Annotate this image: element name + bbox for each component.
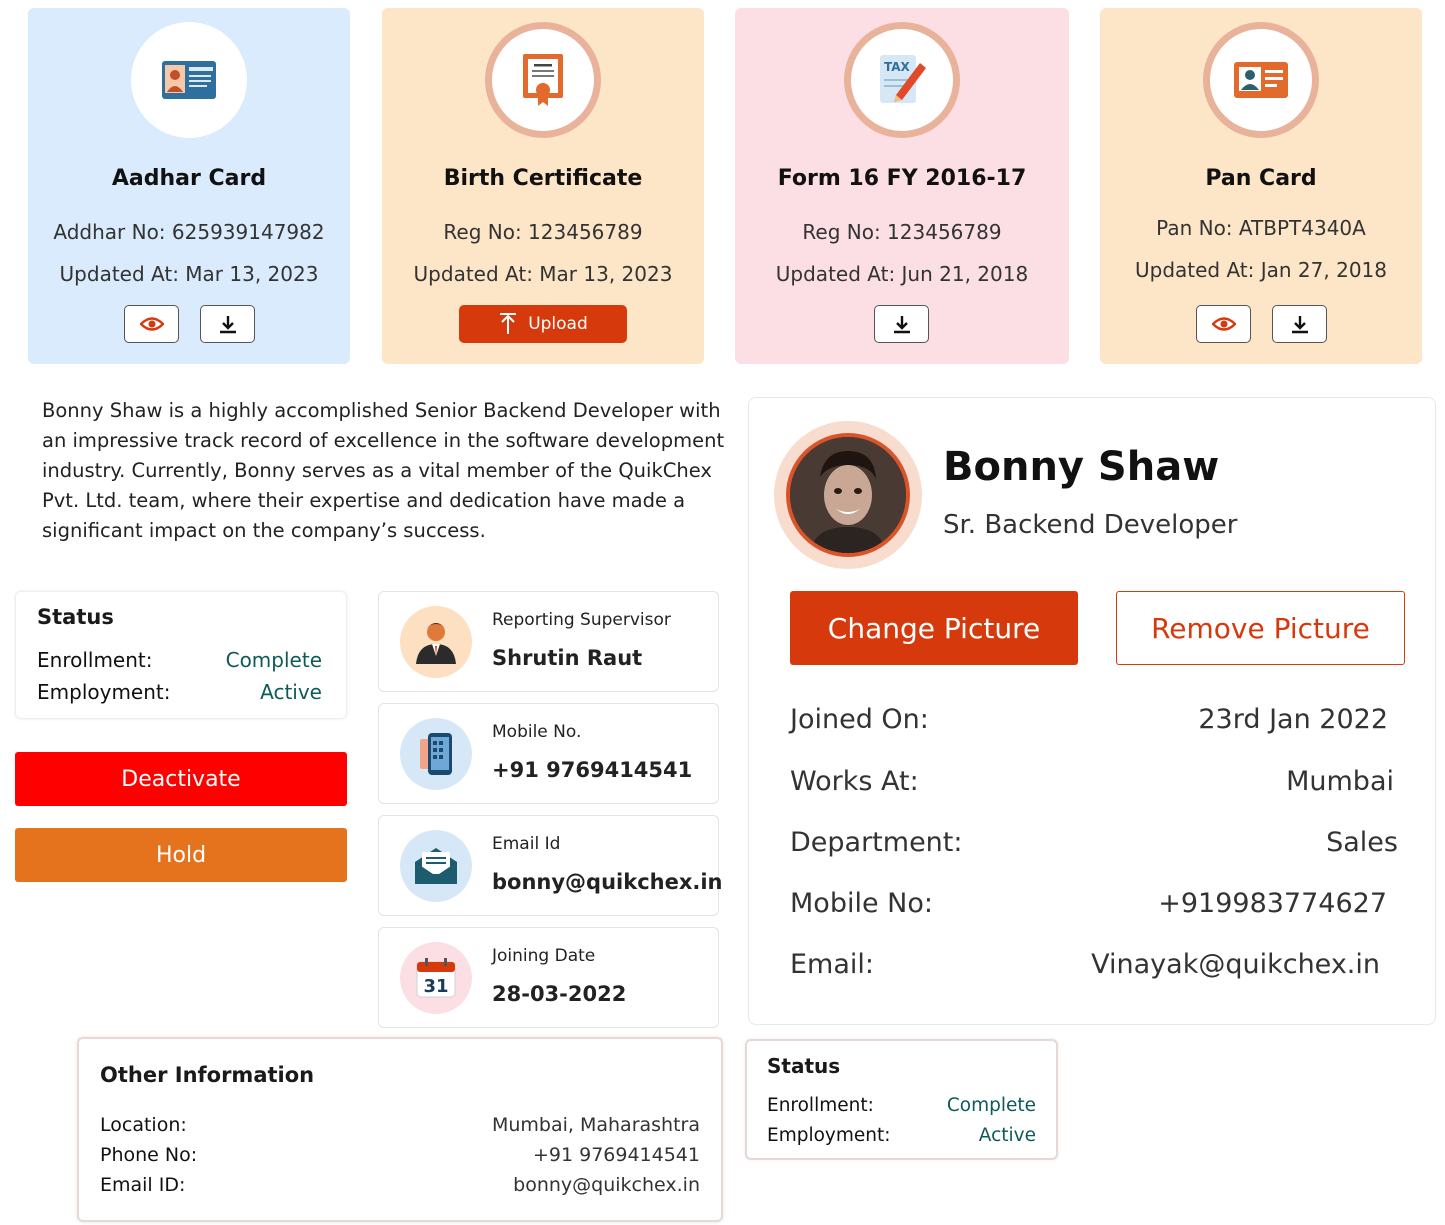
view-button[interactable]: [1196, 305, 1251, 343]
mobile-label: Mobile No:: [790, 888, 933, 919]
view-button[interactable]: [124, 305, 179, 343]
upload-label: Upload: [528, 314, 588, 334]
mail-icon: [400, 830, 472, 902]
email-label: Email:: [790, 949, 875, 980]
certificate-icon: [485, 22, 601, 138]
phone-icon: [400, 718, 472, 790]
mobile-tile: Mobile No. +91 9769414541: [378, 703, 719, 804]
doc-title: Birth Certificate: [443, 166, 643, 191]
eye-icon: [139, 317, 164, 331]
deactivate-button[interactable]: Deactivate: [15, 752, 347, 806]
location-label: Location:: [100, 1114, 187, 1136]
employment-value: Active: [978, 1125, 1036, 1146]
avatar: [786, 433, 910, 557]
pan-card-icon: [1203, 22, 1319, 138]
status-card: Status Enrollment: Complete Employment: …: [15, 591, 347, 719]
status-card-compact: Status Enrollment: Complete Employment: …: [745, 1039, 1058, 1160]
department-label: Department:: [790, 827, 963, 858]
tile-label: Joining Date: [492, 946, 596, 966]
doc-card-birth-certificate: Birth Certificate Reg No: 123456789 Upda…: [382, 8, 704, 364]
download-button[interactable]: [874, 305, 929, 343]
phone-label: Phone No:: [100, 1144, 198, 1166]
email-tile: Email Id bonny@quikchex.in: [378, 815, 723, 916]
tile-label: Reporting Supervisor: [492, 610, 671, 630]
phone-value: +91 9769414541: [532, 1144, 700, 1166]
doc-title: Aadhar Card: [111, 166, 267, 191]
doc-updated: Updated At: Mar 13, 2023: [413, 262, 673, 286]
other-information-card: Other Information Location: Mumbai, Maha…: [77, 1037, 723, 1222]
supervisor-avatar-icon: [400, 606, 472, 678]
change-picture-button[interactable]: Change Picture: [790, 591, 1078, 665]
email-id-value: bonny@quikchex.in: [513, 1174, 700, 1196]
doc-title: Form 16 FY 2016-17: [777, 166, 1027, 191]
joined-on-value: 23rd Jan 2022: [1198, 704, 1388, 735]
tile-value: 28-03-2022: [492, 982, 627, 1006]
status-title: Status: [767, 1054, 841, 1078]
mobile-value: +919983774627: [1158, 888, 1387, 919]
tile-label: Email Id: [492, 834, 561, 854]
joining-date-tile: 31 Joining Date 28-03-2022: [378, 927, 719, 1028]
profile-role: Sr. Backend Developer: [943, 510, 1238, 540]
enrollment-label: Enrollment:: [37, 648, 153, 672]
download-icon: [1291, 316, 1308, 334]
enrollment-value: Complete: [225, 648, 322, 672]
doc-card-aadhar: Aadhar Card Addhar No: 625939147982 Upda…: [28, 8, 350, 364]
download-icon: [219, 316, 236, 334]
doc-number: Pan No: ATBPT4340A: [1156, 216, 1366, 240]
tax-icon-text: TAX: [884, 60, 911, 74]
email-value: Vinayak@quikchex.in: [1091, 949, 1380, 980]
tile-value: Shrutin Raut: [492, 646, 643, 670]
joined-on-label: Joined On:: [790, 704, 929, 735]
email-id-label: Email ID:: [100, 1174, 186, 1196]
doc-card-pan: Pan Card Pan No: ATBPT4340A Updated At: …: [1100, 8, 1422, 364]
department-value: Sales: [1326, 827, 1398, 858]
profile-card: Bonny Shaw Sr. Backend Developer Change …: [748, 397, 1436, 1025]
works-at-value: Mumbai: [1286, 766, 1394, 797]
employment-label: Employment:: [767, 1125, 891, 1146]
id-card-icon: [131, 22, 247, 138]
doc-number: Reg No: 123456789: [802, 220, 1002, 244]
employment-value: Active: [260, 680, 322, 704]
remove-picture-button[interactable]: Remove Picture: [1116, 591, 1405, 665]
doc-updated: Updated At: Mar 13, 2023: [59, 262, 319, 286]
enrollment-label: Enrollment:: [767, 1095, 874, 1116]
status-title: Status: [37, 605, 114, 629]
calendar-day: 31: [423, 976, 448, 997]
upload-icon: [500, 313, 517, 334]
tile-label: Mobile No.: [492, 722, 582, 742]
tile-value: +91 9769414541: [492, 758, 693, 782]
other-info-title: Other Information: [100, 1063, 315, 1087]
doc-title: Pan Card: [1205, 166, 1317, 191]
eye-icon: [1211, 317, 1236, 331]
doc-updated: Updated At: Jun 21, 2018: [775, 262, 1029, 286]
doc-number: Reg No: 123456789: [443, 220, 643, 244]
calendar-icon: 31: [400, 942, 472, 1014]
download-button[interactable]: [1272, 305, 1327, 343]
doc-card-form16: TAX Form 16 FY 2016-17 Reg No: 123456789…: [735, 8, 1069, 364]
enrollment-value: Complete: [946, 1095, 1036, 1116]
tax-form-icon: TAX: [844, 22, 960, 138]
download-button[interactable]: [200, 305, 255, 343]
doc-number: Addhar No: 625939147982: [53, 220, 325, 244]
works-at-label: Works At:: [790, 766, 919, 797]
hold-button[interactable]: Hold: [15, 828, 347, 882]
supervisor-tile: Reporting Supervisor Shrutin Raut: [378, 591, 719, 692]
avatar-ring: [774, 421, 922, 569]
location-value: Mumbai, Maharashtra: [491, 1114, 700, 1136]
bio-text: Bonny Shaw is a highly accomplished Seni…: [42, 399, 725, 542]
download-icon: [893, 316, 910, 334]
tile-value: bonny@quikchex.in: [492, 870, 723, 894]
profile-name: Bonny Shaw: [943, 444, 1220, 490]
doc-updated: Updated At: Jan 27, 2018: [1134, 258, 1387, 282]
upload-button[interactable]: Upload: [459, 305, 627, 343]
employment-label: Employment:: [37, 680, 171, 704]
